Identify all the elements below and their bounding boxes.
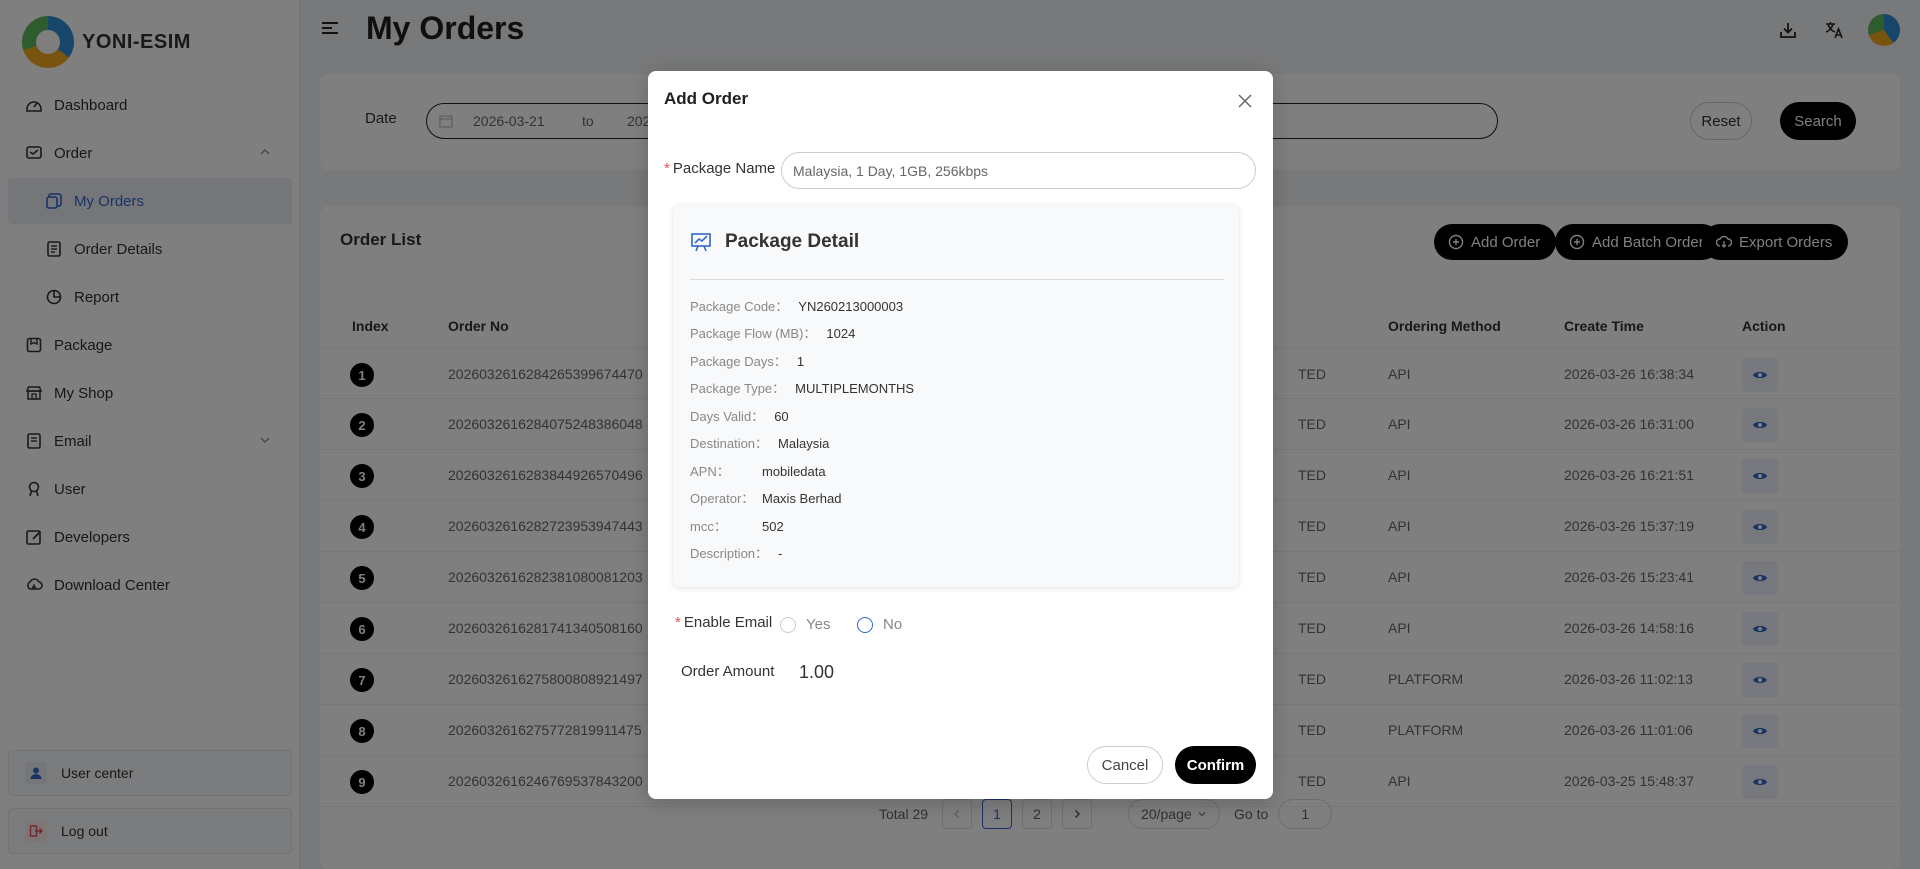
order-amount-value: 1.00 [799,662,835,682]
detail-operator: Operator： Maxis Berhad [690,488,841,507]
detail-label: Description： [690,546,769,561]
radio-circle [780,616,796,633]
detail-apn: APN： mobiledata [690,461,826,480]
detail-label: Package Flow (MB)： [690,326,817,341]
confirm-button[interactable]: Confirm [1175,746,1256,784]
package-name-label: * Package Name [664,160,775,177]
add-order-dialog: Add Order * Package Name Malaysia, 1 Day,… [648,71,1273,799]
detail-label: Package Days： [690,354,787,369]
detail-label: APN： [690,464,730,479]
detail-value: 502 [762,519,784,534]
divider [690,279,1224,280]
package-detail-title: Package Detail [725,231,860,252]
detail-label: Days Valid： [690,409,765,424]
detail-value: mobiledata [762,464,826,479]
detail-label: Package Code： [690,299,789,314]
detail-value: MULTIPLEMONTHS [795,381,915,396]
detail-label: Destination： [690,436,769,451]
detail-package-flow: Package Flow (MB)： 1024 [690,323,855,342]
cancel-button[interactable]: Cancel [1087,746,1163,784]
detail-package-days: Package Days： 1 [690,351,804,370]
detail-value: 1024 [826,326,856,341]
package-detail-card: Package Detail Package Code： YN2602130000… [673,205,1239,587]
detail-label: Package Type： [690,381,786,396]
required-marker: * [675,614,681,631]
detail-description: Description： - [690,543,782,562]
package-name-value: Malaysia, 1 Day, 1GB, 256kbps [793,162,989,179]
enable-email-label: * Enable Email [675,614,772,631]
required-marker: * [664,160,670,177]
detail-package-code: Package Code： YN260213000003 [690,296,903,315]
detail-package-type: Package Type： MULTIPLEMONTHS [690,378,914,397]
enable-email-label-text: Enable Email [683,614,773,631]
detail-value: 1 [796,354,805,369]
detail-days-valid: Days Valid： 60 [690,406,789,425]
order-amount-label: Order Amount [681,663,775,680]
detail-label: mcc： [690,519,727,534]
radio-label: Yes [806,616,831,633]
dialog-title: Add Order [664,89,749,108]
detail-value: Malaysia [778,436,830,451]
detail-value: YN260213000003 [798,299,904,314]
detail-value: 60 [774,409,789,424]
presentation-chart-icon [691,233,711,252]
detail-label: Operator： [690,491,755,506]
detail-destination: Destination： Malaysia [690,433,829,452]
email-option-no[interactable]: No [857,616,902,633]
package-name-select[interactable]: Malaysia, 1 Day, 1GB, 256kbps [781,152,1256,189]
package-name-label-text: Package Name [672,160,776,177]
detail-mcc: mcc： 502 [690,516,784,535]
close-icon[interactable] [1237,93,1253,109]
radio-label: No [883,616,903,633]
detail-value: - [778,546,783,561]
email-option-yes[interactable]: Yes [780,616,830,633]
radio-circle [857,616,873,633]
detail-value: Maxis Berhad [762,491,842,506]
